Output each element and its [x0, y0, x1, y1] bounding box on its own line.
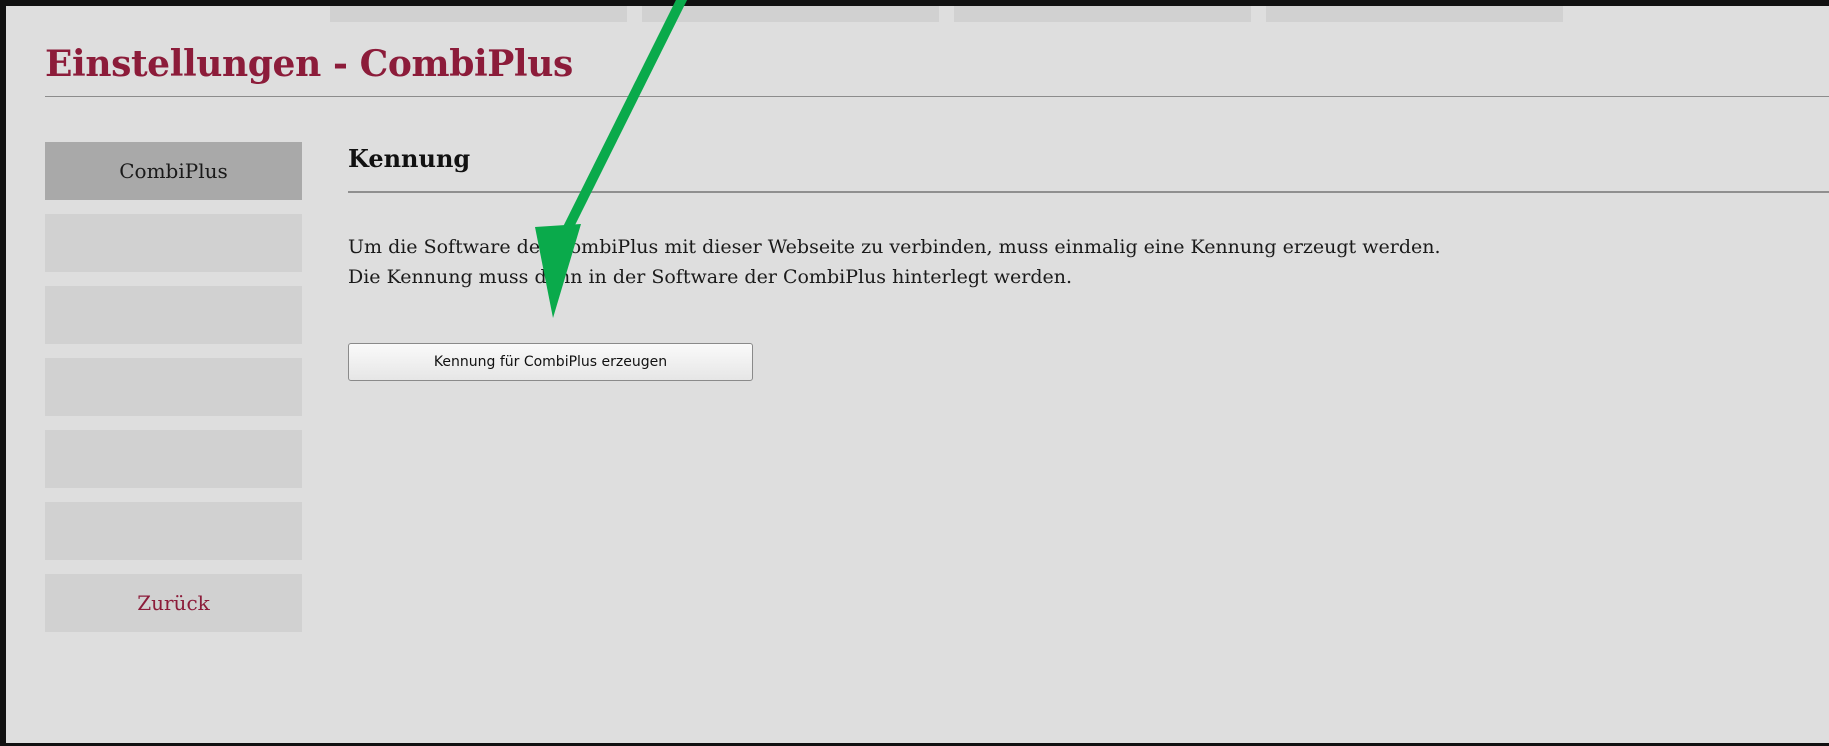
page-title: Einstellungen - CombiPlus	[45, 43, 573, 85]
title-divider	[45, 96, 1829, 97]
generate-id-button[interactable]: Kennung für CombiPlus erzeugen	[348, 343, 753, 381]
section-heading: Kennung	[348, 144, 471, 173]
description-text-1: Um die Software der CombiPlus mit dieser…	[348, 236, 1441, 258]
sidebar-item-back[interactable]: Zurück	[45, 574, 302, 632]
top-nav-tab-2[interactable]	[642, 6, 939, 22]
top-nav-tab-3[interactable]	[954, 6, 1251, 22]
sidebar-item-4[interactable]	[45, 358, 302, 416]
sidebar-item-6[interactable]	[45, 502, 302, 560]
description-text-2: Die Kennung muss dann in der Software de…	[348, 266, 1073, 288]
sidebar-item-combiplus[interactable]: CombiPlus	[45, 142, 302, 200]
top-nav-tab-4[interactable]	[1266, 6, 1563, 22]
section-divider	[348, 191, 1829, 193]
sidebar-item-2[interactable]	[45, 214, 302, 272]
sidebar-item-5[interactable]	[45, 430, 302, 488]
page: Einstellungen - CombiPlus CombiPlus Zurü…	[0, 0, 1829, 746]
sidebar-item-3[interactable]	[45, 286, 302, 344]
top-nav-tab-1[interactable]	[330, 6, 627, 22]
